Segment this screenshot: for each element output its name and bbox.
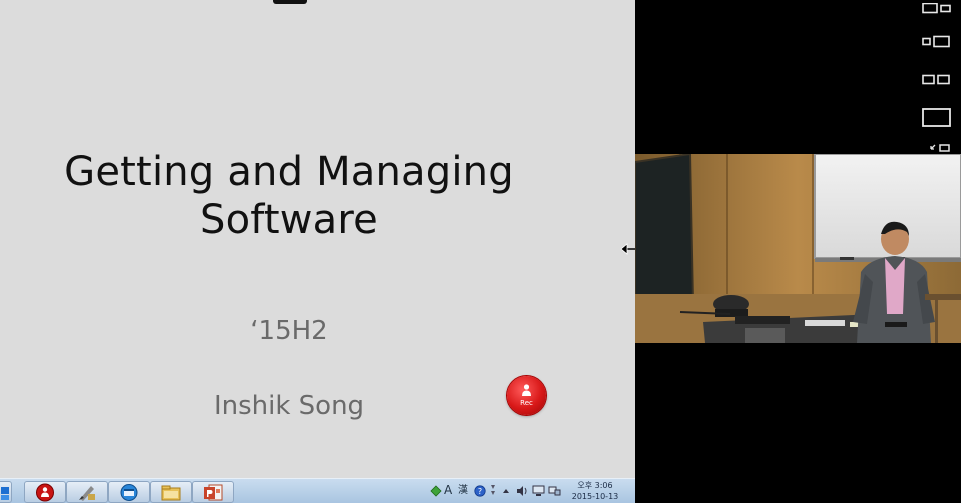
- record-label: Rec: [520, 399, 533, 407]
- taskbar-file-explorer[interactable]: [150, 481, 192, 503]
- slide-title: Getting and Managing Software: [0, 148, 578, 244]
- layout-single-button[interactable]: [921, 107, 953, 129]
- network-icon[interactable]: [548, 485, 561, 497]
- powerpoint-icon: [204, 484, 223, 501]
- svg-text:?: ?: [478, 487, 482, 496]
- start-icon: [1, 487, 9, 500]
- taskbar-paint-tools-app[interactable]: [66, 481, 108, 503]
- slide-title-line-2: Software: [200, 197, 378, 243]
- volume-icon[interactable]: [516, 485, 528, 497]
- classroom-scene: [635, 154, 961, 343]
- show-hidden-icons-icon[interactable]: [502, 488, 510, 494]
- layout-single-icon: [922, 108, 951, 127]
- clock-time: 오후 3:06: [577, 481, 613, 490]
- record-button[interactable]: Rec: [507, 376, 546, 415]
- slide-author: Inshik Song: [213, 391, 365, 421]
- taskbar-browser-app[interactable]: [108, 481, 150, 503]
- taskbar-recorder-app[interactable]: [24, 481, 66, 503]
- slide-title-line-1: Getting and Managing: [64, 149, 514, 195]
- display-icon[interactable]: [532, 485, 545, 497]
- slide-top-marker: [273, 0, 307, 4]
- recorder-app-icon: [36, 483, 54, 502]
- browser-app-icon: [120, 484, 138, 501]
- paint-tools-icon: [79, 486, 95, 501]
- lecturer-camera-feed: [635, 154, 961, 343]
- ime-hanja[interactable]: 漢: [458, 485, 468, 497]
- file-explorer-icon: [161, 485, 181, 501]
- presentation-slide: Getting and Managing Software ‘15H2 Insh…: [0, 0, 635, 478]
- lecture-recording-window: Getting and Managing Software ‘15H2 Insh…: [0, 0, 961, 503]
- clock-date: 2015-10-13: [571, 492, 619, 501]
- layout-small-large-button[interactable]: [921, 34, 953, 56]
- system-clock[interactable]: 오후 3:06 2015-10-13: [566, 480, 624, 502]
- layout-switch-panel: [912, 0, 961, 174]
- layout-side-by-side-icon: [922, 74, 950, 85]
- record-person-icon: [522, 384, 531, 396]
- layout-large-small-button[interactable]: [921, 0, 953, 22]
- help-icon[interactable]: ?: [474, 485, 486, 497]
- ime-settings-icon[interactable]: [489, 483, 497, 497]
- layout-small-large-icon: [922, 35, 950, 48]
- network-shield-icon[interactable]: [430, 485, 442, 497]
- windows-taskbar: A 漢 ? 오후 3:06 2015-10-13: [0, 478, 635, 503]
- layout-side-by-side-button[interactable]: [921, 72, 953, 94]
- start-button[interactable]: [0, 481, 12, 503]
- ime-mode-letter[interactable]: A: [444, 484, 452, 496]
- layout-large-small-icon: [922, 2, 951, 14]
- slide-subtitle: ‘15H2: [250, 316, 328, 346]
- taskbar-powerpoint[interactable]: [192, 481, 234, 503]
